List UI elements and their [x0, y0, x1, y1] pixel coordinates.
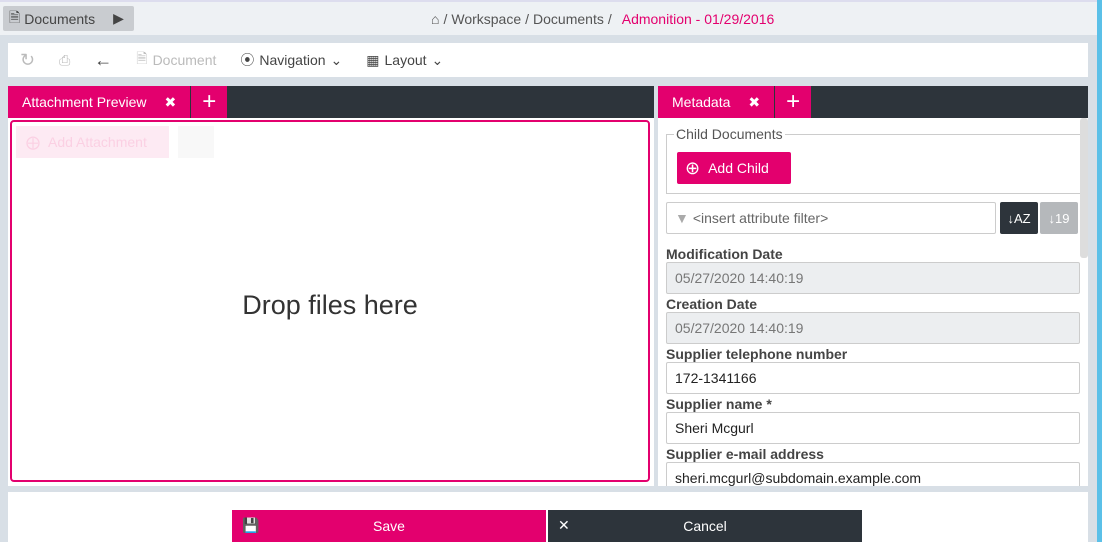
drop-text: Drop files here	[242, 290, 418, 320]
refresh-icon[interactable]: ↻	[20, 50, 35, 71]
field-input[interactable]: 172-1341166	[666, 362, 1080, 394]
field-input[interactable]: sheri.mcgurl@subdomain.example.com	[666, 462, 1080, 486]
breadcrumb-documents[interactable]: Documents	[533, 11, 604, 27]
cancel-button[interactable]: ✕ Cancel	[548, 510, 862, 542]
documents-button[interactable]: 🗎 Documents ▶	[3, 6, 134, 31]
layout-menu[interactable]: ▦ Layout ⌄	[366, 52, 443, 69]
close-icon: ✕	[558, 517, 570, 533]
tab-attachment-preview[interactable]: Attachment Preview ✖	[8, 86, 191, 118]
sort-alpha-button[interactable]: ↓AZ	[1000, 202, 1038, 234]
breadcrumb: ⌂ / Workspace / Documents / Admonition - 01…	[431, 11, 775, 27]
toolbar: ↻ ⎙ ← 🗎 Document ⦿ Navigation ⌄ ▦ Layout ⌄	[8, 43, 1088, 77]
field-label: Supplier name *	[666, 396, 772, 412]
field-label: Creation Date	[666, 296, 758, 312]
close-icon[interactable]: ✖	[165, 94, 177, 111]
child-documents-group: Child Documents ⊕ Add Child	[666, 126, 1081, 194]
chevron-down-icon: ⌄	[330, 51, 343, 68]
attachment-panel: Attachment Preview ✖ + ⨁ Add Attachment Dr…	[8, 86, 654, 486]
add-child-button[interactable]: ⊕ Add Child	[677, 152, 791, 184]
window-edge	[1097, 0, 1102, 542]
tab-metadata[interactable]: Metadata ✖	[658, 86, 775, 118]
field-label: Supplier telephone number	[666, 346, 848, 362]
drop-zone[interactable]: ⨁ Add Attachment Drop files here	[10, 120, 650, 482]
navigation-menu[interactable]: ⦿ Navigation ⌄	[240, 50, 342, 70]
plus-circle-icon: ⊕	[685, 157, 701, 178]
add-tab-button[interactable]: +	[190, 86, 228, 118]
documents-icon: 🗎	[9, 8, 21, 25]
add-tab-button[interactable]: +	[774, 86, 812, 118]
floppy-disk-icon: 💾	[242, 517, 260, 533]
caret-right-icon: ▶	[113, 10, 124, 26]
document-icon: 🗎	[136, 50, 148, 66]
home-icon[interactable]: ⌂	[431, 11, 439, 27]
filter-icon: ▼	[675, 210, 689, 226]
chevron-down-icon: ⌄	[431, 51, 444, 68]
attribute-filter-input[interactable]: ▼ <insert attribute filter>	[666, 202, 996, 234]
scrollbar[interactable]	[1080, 118, 1088, 258]
field-input: 05/27/2020 14:40:19	[666, 312, 1080, 344]
metadata-panel: Metadata ✖ + Child Documents ⊕ Add Child ▼…	[658, 86, 1088, 486]
add-attachment-button[interactable]: ⨁ Add Attachment	[16, 126, 169, 158]
top-bar: 🗎 Documents ▶ ⌂ / Workspace / Documents / A…	[0, 0, 1102, 35]
field-input[interactable]: Sheri Mcgurl	[666, 412, 1080, 444]
layout-icon: ▦	[366, 51, 380, 68]
close-icon[interactable]: ✖	[748, 94, 760, 111]
plus-circle-icon: ⨁	[26, 133, 40, 150]
compass-icon: ⦿	[240, 52, 255, 68]
field-label: Modification Date	[666, 246, 783, 262]
field-input: 05/27/2020 14:40:19	[666, 262, 1080, 294]
print-icon[interactable]: ⎙	[59, 52, 70, 69]
document-menu[interactable]: 🗎 Document	[136, 48, 216, 72]
delete-button[interactable]	[178, 126, 214, 158]
breadcrumb-current: Admonition - 01/29/2016	[621, 11, 775, 27]
field-label: Supplier e-mail address	[666, 446, 824, 462]
sort-numeric-button[interactable]: ↓19	[1040, 202, 1078, 234]
save-button[interactable]: 💾 Save	[232, 510, 546, 542]
footer: 💾 Save ✕ Cancel	[8, 492, 1088, 542]
back-icon[interactable]: ←	[94, 50, 112, 71]
breadcrumb-workspace[interactable]: Workspace	[451, 11, 521, 27]
documents-label: Documents	[24, 10, 96, 27]
